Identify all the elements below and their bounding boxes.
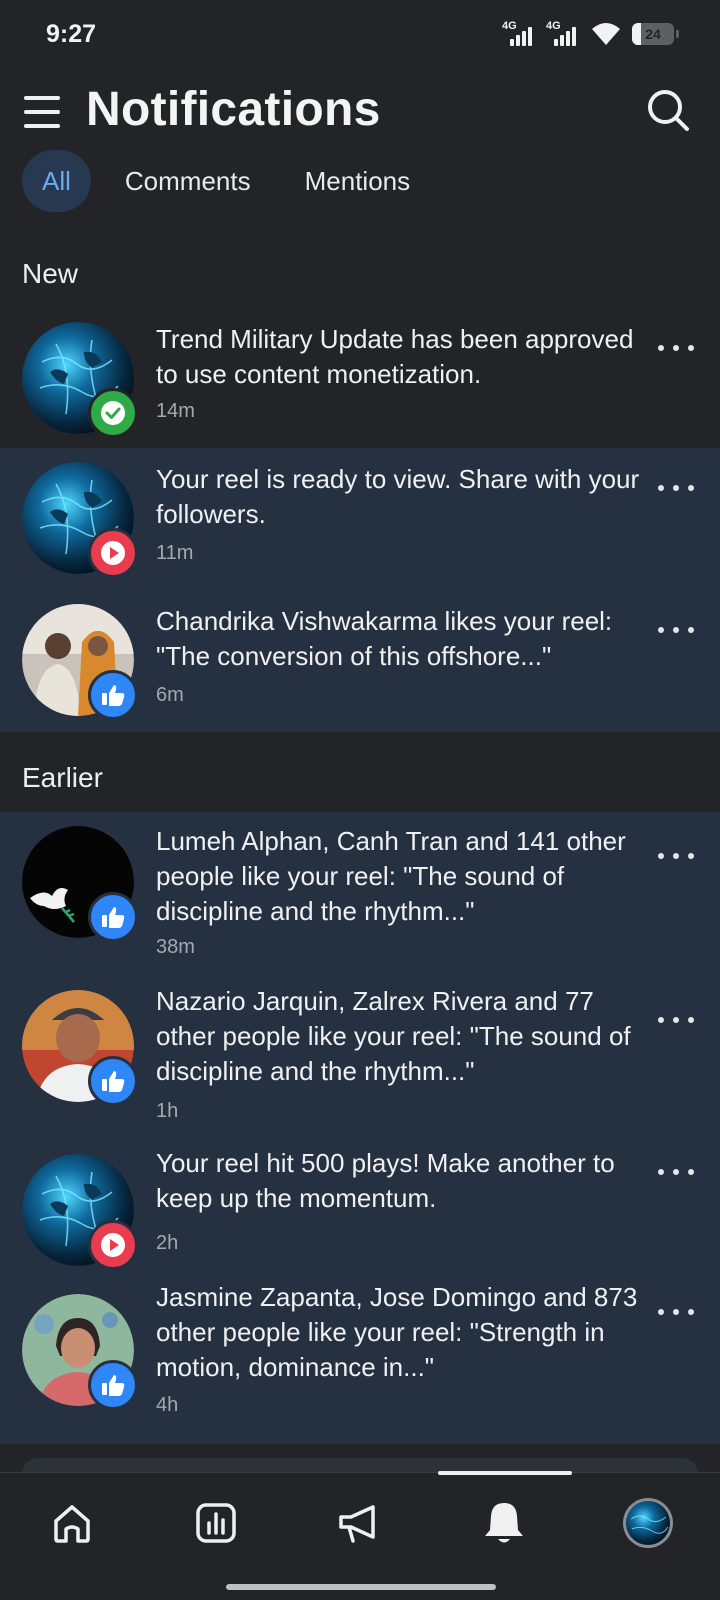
like-badge-icon	[88, 1360, 138, 1410]
notification-time: 4h	[156, 1394, 179, 1416]
notification-text: Trend Military Update has been approved …	[156, 324, 634, 389]
header: Notifications	[0, 80, 720, 150]
nav-insights[interactable]	[180, 1493, 252, 1553]
status-time: 9:27	[46, 20, 97, 48]
notification-text: Chandrika Vishwakarma likes your reel: "…	[156, 606, 613, 671]
tab-all[interactable]: All	[22, 150, 91, 212]
notification-item[interactable]: Your reel is ready to view. Share with y…	[0, 448, 720, 590]
status-bar: 9:27 4G 4G 24	[0, 0, 720, 70]
notification-text: Jasmine Zapanta, Jose Domingo and 873 ot…	[156, 1282, 638, 1382]
more-options-button[interactable]	[658, 1010, 694, 1030]
notification-text: Lumeh Alphan, Canh Tran and 141 other pe…	[156, 826, 626, 926]
more-options-button[interactable]	[658, 338, 694, 358]
avatar	[22, 1294, 138, 1410]
notification-time: 2h	[156, 1232, 179, 1254]
more-options-button[interactable]	[658, 846, 694, 866]
signal-2-icon: 4G	[546, 20, 584, 48]
filter-tabs: All Comments Mentions	[22, 150, 444, 212]
nav-home[interactable]	[36, 1493, 108, 1553]
bell-icon	[485, 1503, 523, 1543]
notification-item[interactable]: Lumeh Alphan, Canh Tran and 141 other pe…	[0, 812, 720, 962]
home-icon	[54, 1505, 90, 1543]
signal-1-icon: 4G	[502, 20, 540, 48]
notification-time: 6m	[156, 684, 184, 706]
avatar	[22, 462, 138, 578]
more-options-button[interactable]	[658, 478, 694, 498]
notification-item[interactable]: Your reel hit 500 plays! Make another to…	[0, 1140, 720, 1280]
system-home-indicator[interactable]	[226, 1584, 496, 1590]
insights-icon	[196, 1503, 236, 1543]
tab-mentions[interactable]: Mentions	[285, 150, 431, 212]
nav-ads[interactable]	[324, 1493, 396, 1553]
avatar	[22, 826, 138, 942]
active-tab-indicator	[438, 1471, 572, 1475]
page-title: Notifications	[86, 83, 381, 136]
wifi-icon	[592, 23, 620, 45]
section-title-new: New	[22, 258, 79, 289]
notification-time: 38m	[156, 936, 195, 958]
nav-notifications[interactable]	[468, 1493, 540, 1553]
notification-item[interactable]: Chandrika Vishwakarma likes your reel: "…	[0, 590, 720, 732]
status-icons: 4G 4G 24	[502, 20, 679, 48]
battery-level: 24	[645, 26, 661, 42]
notification-text: Nazario Jarquin, Zalrex Rivera and 77 ot…	[156, 986, 631, 1086]
megaphone-icon	[339, 1505, 375, 1543]
more-options-button[interactable]	[658, 620, 694, 640]
notification-time: 14m	[156, 400, 195, 422]
notification-item[interactable]: Trend Military Update has been approved …	[0, 308, 720, 448]
battery-icon: 24	[632, 23, 679, 45]
more-options-button[interactable]	[658, 1302, 694, 1322]
tab-comments[interactable]: Comments	[105, 150, 271, 212]
notification-text: Your reel hit 500 plays! Make another to…	[156, 1148, 615, 1213]
like-badge-icon	[88, 1056, 138, 1106]
menu-icon[interactable]	[24, 94, 62, 130]
notification-time: 11m	[156, 542, 194, 564]
check-badge-icon	[88, 388, 138, 438]
play-badge-icon	[88, 528, 138, 578]
nav-profile[interactable]	[612, 1493, 684, 1553]
avatar	[22, 990, 138, 1106]
search-icon[interactable]	[646, 88, 690, 132]
section-title-earlier: Earlier	[22, 762, 103, 793]
notification-item[interactable]: Jasmine Zapanta, Jose Domingo and 873 ot…	[0, 1280, 720, 1430]
play-badge-icon	[88, 1220, 138, 1270]
avatar	[22, 322, 138, 438]
profile-avatar-icon	[623, 1498, 673, 1548]
notification-time: 1h	[156, 1100, 179, 1122]
avatar	[22, 604, 138, 720]
notification-text: Your reel is ready to view. Share with y…	[156, 464, 640, 529]
more-options-button[interactable]	[658, 1162, 694, 1182]
avatar	[22, 1154, 138, 1270]
bottom-navigation	[0, 1471, 720, 1600]
like-badge-icon	[88, 670, 138, 720]
notification-item[interactable]: Nazario Jarquin, Zalrex Rivera and 77 ot…	[0, 976, 720, 1126]
like-badge-icon	[88, 892, 138, 942]
